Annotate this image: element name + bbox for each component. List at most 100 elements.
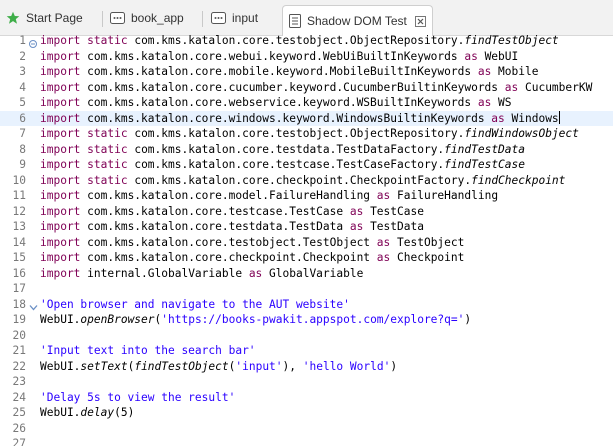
keyword-token: import <box>40 158 81 171</box>
keyword-token: import <box>40 49 81 63</box>
tab-book-app[interactable]: book_app <box>110 7 184 29</box>
line-number: 19 <box>12 313 26 326</box>
code-token: WebUI. <box>40 406 81 419</box>
code-token: internal.GlobalVariable <box>80 266 249 280</box>
line-number: 5 <box>19 96 26 109</box>
line-number: 26 <box>12 421 26 435</box>
line-number: 23 <box>12 375 26 388</box>
tab-label: input <box>232 11 259 25</box>
code-line[interactable]: 6 import com.kms.katalon.core.windows.key… <box>0 110 613 126</box>
code-text: 'Input text into the search bar' <box>40 343 256 359</box>
line-number: 25 <box>12 406 26 419</box>
code-token: GlobalVariable <box>262 266 364 280</box>
code-line[interactable]: 18 'Open browser and navigate to the AUT … <box>0 297 613 313</box>
tab-start-page[interactable]: Start Page <box>6 7 83 29</box>
code-line[interactable]: 22 WebUI.setText(findTestObject('input'),… <box>0 359 613 375</box>
keyword-token: import <box>40 127 81 140</box>
code-text: import static com.kms.katalon.core.testo… <box>40 126 579 142</box>
code-token: com.kms.katalon.core.cucumber.keyword.Cu… <box>80 80 505 94</box>
line-number: 14 <box>12 235 26 249</box>
keyword-token: import <box>40 173 81 187</box>
code-line[interactable]: 7 import static com.kms.katalon.core.test… <box>0 126 613 142</box>
code-line[interactable]: 24 'Delay 5s to view the result' <box>0 390 613 406</box>
method-token: openBrowser <box>80 313 155 326</box>
code-line[interactable]: 9 import static com.kms.katalon.core.test… <box>0 157 613 173</box>
tab-label: Start Page <box>26 11 83 25</box>
code-line[interactable]: 14 import com.kms.katalon.core.testobject… <box>0 235 613 251</box>
keyword-token: import <box>40 251 81 264</box>
close-icon[interactable] <box>414 15 426 27</box>
tab-label: Shadow DOM Test <box>307 14 407 28</box>
keyword-token: import <box>40 204 81 218</box>
code-line[interactable]: 23 <box>0 374 613 390</box>
code-line[interactable]: 8 import static com.kms.katalon.core.test… <box>0 142 613 158</box>
line-number: 20 <box>12 328 26 342</box>
method-token: findCheckpoint <box>471 173 566 187</box>
keyword-token: import <box>40 80 81 94</box>
tab-input[interactable]: input <box>211 7 258 29</box>
code-line[interactable]: 20 <box>0 328 613 344</box>
code-line[interactable]: 21 'Input text into the search bar' <box>0 343 613 359</box>
line-number: 16 <box>12 266 26 280</box>
code-line[interactable]: 4 import com.kms.katalon.core.cucumber.ke… <box>0 80 613 96</box>
code-text: import com.kms.katalon.core.testdata.Tes… <box>40 219 424 235</box>
tab-label: book_app <box>131 11 184 25</box>
string-token: 'hello World' <box>302 359 391 373</box>
keyword-token: as <box>376 189 391 202</box>
keyword-token: as <box>477 96 492 109</box>
method-token: findTestObject <box>464 34 559 47</box>
code-line[interactable]: 1 import static com.kms.katalon.core.test… <box>0 33 613 49</box>
string-token: 'Open browser and navigate to the AUT we… <box>40 297 350 311</box>
code-line[interactable]: 27 <box>0 436 613 446</box>
code-text: import static com.kms.katalon.core.check… <box>40 173 565 189</box>
code-line[interactable]: 12 import com.kms.katalon.core.testcase.T… <box>0 204 613 220</box>
line-number: 6 <box>19 111 26 125</box>
test-case-icon <box>289 14 301 28</box>
code-line[interactable]: 11 import com.kms.katalon.core.model.Fail… <box>0 188 613 204</box>
code-token: com.kms.katalon.core.testdata.TestData <box>80 220 350 233</box>
star-icon <box>6 11 20 25</box>
code-line[interactable]: 25 WebUI.delay(5) <box>0 405 613 421</box>
code-token: CucumberKW <box>518 80 593 94</box>
fold-expand-icon[interactable] <box>29 301 38 310</box>
code-text: import com.kms.katalon.core.mobile.keywo… <box>40 64 538 80</box>
code-text: WebUI.delay(5) <box>40 405 134 421</box>
code-token: ) <box>464 313 472 326</box>
code-token: com.kms.katalon.core.testcase.TestCase <box>80 204 350 218</box>
tab-shadow-dom-test[interactable]: Shadow DOM Test <box>282 5 433 36</box>
code-token: com.kms.katalon.core.checkpoint.Checkpoi… <box>80 251 377 264</box>
code-token: WebUI. <box>40 359 81 373</box>
code-editor[interactable]: 1 import static com.kms.katalon.core.test… <box>0 33 613 446</box>
code-line[interactable]: 13 import com.kms.katalon.core.testdata.T… <box>0 219 613 235</box>
code-line[interactable]: 15 import com.kms.katalon.core.checkpoint… <box>0 250 613 266</box>
line-number: 2 <box>19 49 26 63</box>
code-text: import com.kms.katalon.core.webui.keywor… <box>40 49 518 65</box>
code-token: WebUI <box>477 49 519 63</box>
code-line[interactable]: 5 import com.kms.katalon.core.webservice.… <box>0 95 613 111</box>
editor-tab-bar: Start Page book_app input Shadow DOM Tes… <box>0 0 613 36</box>
code-line[interactable]: 2 import com.kms.katalon.core.webui.keywo… <box>0 49 613 65</box>
keyword-token: import <box>40 189 81 202</box>
fold-collapse-icon[interactable] <box>29 37 37 48</box>
method-token: findTestCase <box>444 158 525 171</box>
code-token: com.kms.katalon.core.webservice.keyword.… <box>80 96 478 109</box>
code-line[interactable]: 10 import static com.kms.katalon.core.che… <box>0 173 613 189</box>
code-line[interactable]: 16 import internal.GlobalVariable as Glob… <box>0 266 613 282</box>
code-line[interactable]: 26 <box>0 421 613 437</box>
code-token: (5) <box>114 406 135 419</box>
line-number: 22 <box>12 359 26 373</box>
line-number: 10 <box>12 173 26 187</box>
line-number: 8 <box>19 142 26 156</box>
code-line[interactable]: 3 import com.kms.katalon.core.mobile.keyw… <box>0 64 613 80</box>
string-token: 'Delay 5s to view the result' <box>40 390 236 404</box>
line-number: 24 <box>12 390 26 404</box>
code-token: Mobile <box>491 65 539 78</box>
keyword-token: static <box>87 173 128 187</box>
keyword-token: as <box>464 49 478 63</box>
keyword-token: import <box>40 111 81 125</box>
keyword-token: static <box>87 127 128 140</box>
code-token: Checkpoint <box>390 251 465 264</box>
code-line[interactable]: 19 WebUI.openBrowser('https://books-pwaki… <box>0 312 613 328</box>
code-line[interactable]: 17 <box>0 281 613 297</box>
keyword-token: static <box>87 142 128 156</box>
